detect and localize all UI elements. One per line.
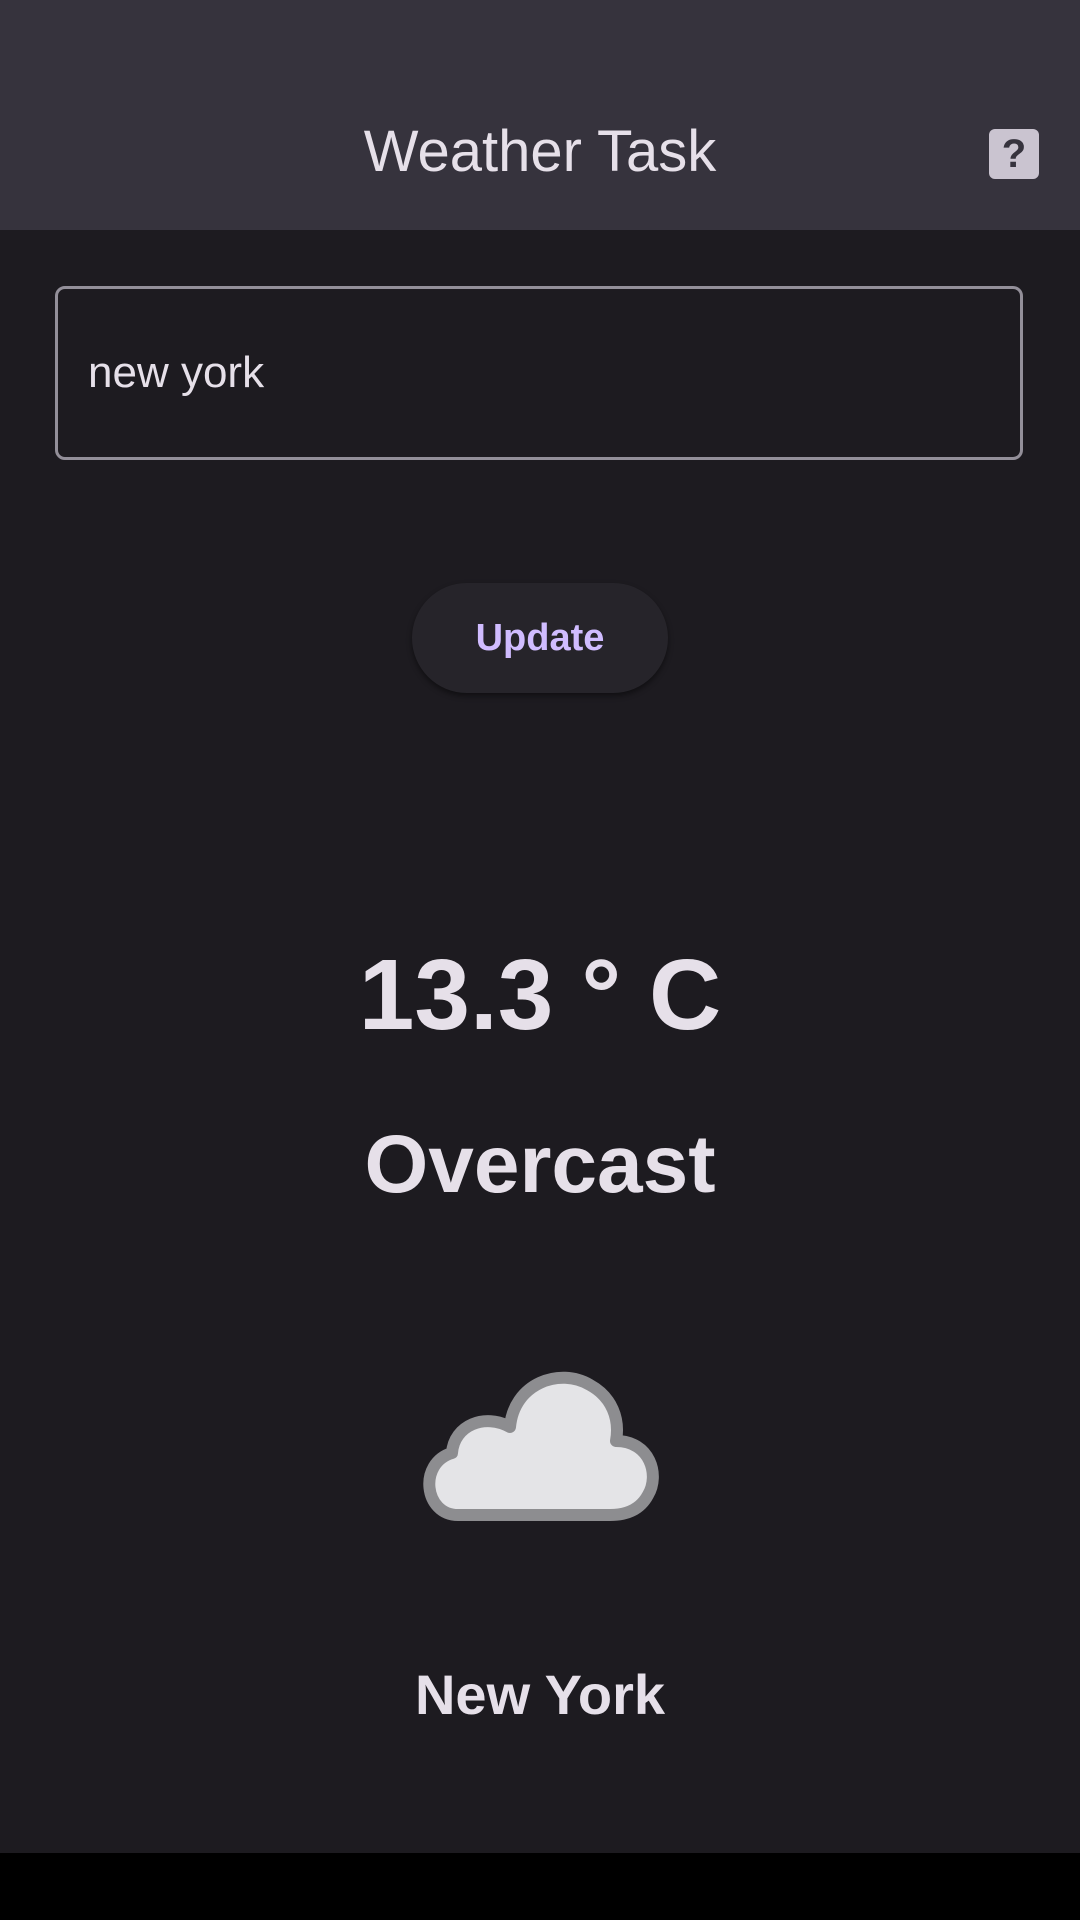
- help-button[interactable]: ?: [989, 129, 1039, 179]
- temperature-value: 13.3 ° C: [358, 939, 722, 1051]
- city-name: New York: [414, 1663, 666, 1726]
- weather-condition: Overcast: [364, 1119, 716, 1210]
- app-title: Weather Task: [363, 119, 717, 184]
- update-button[interactable]: Update: [412, 583, 668, 693]
- city-search-field[interactable]: [55, 286, 1023, 460]
- app-bar: Weather Task ?: [0, 0, 1080, 230]
- city-search-input[interactable]: [88, 289, 988, 457]
- question-icon: ?: [1001, 132, 1027, 176]
- cloud-icon: [423, 1371, 659, 1521]
- app-screen: Weather Task ? Update 13.3 ° C Overcast …: [0, 0, 1080, 1853]
